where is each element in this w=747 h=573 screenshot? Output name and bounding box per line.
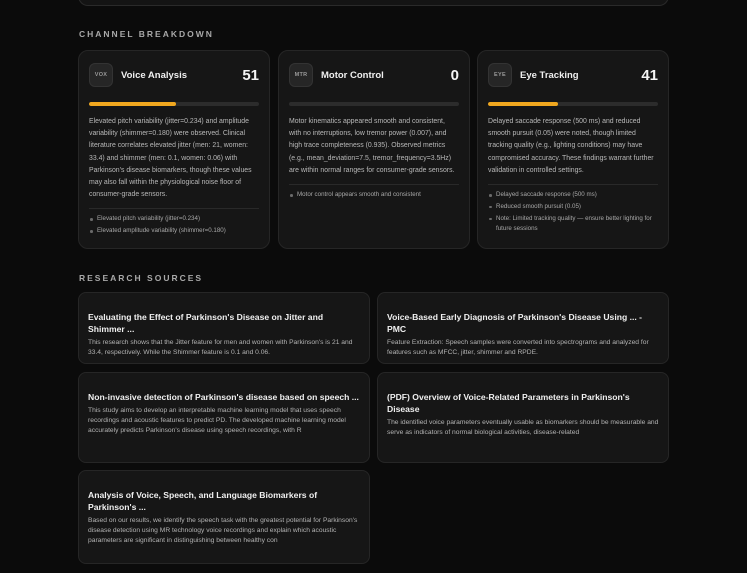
finding-item: Elevated pitch variability (jitter=0.234…: [89, 214, 259, 224]
channel-description: Motor kinematics appeared smooth and con…: [289, 118, 455, 174]
motor-badge-icon: MTR: [289, 63, 313, 87]
score-bar: [289, 102, 459, 106]
source-title[interactable]: Non-invasive detection of Parkinson's di…: [88, 391, 360, 403]
channel-score: 41: [641, 66, 658, 84]
divider: [289, 184, 459, 186]
source-snippet: The identified voice parameters eventual…: [387, 419, 659, 437]
channel-breakdown-heading: CHANNEL BREAKDOWN: [79, 29, 214, 39]
channel-card-motor: MTR Motor Control 0 Motor kinematics app…: [278, 50, 470, 249]
channel-card-eye: EYE Eye Tracking 41 Delayed saccade resp…: [477, 50, 669, 249]
source-snippet: Feature Extraction: Speech samples were …: [387, 339, 649, 357]
channel-score: 51: [242, 66, 259, 84]
score-bar: [89, 102, 259, 106]
source-card[interactable]: Analysis of Voice, Speech, and Language …: [78, 470, 370, 564]
source-snippet: This research shows that the Jitter feat…: [88, 339, 353, 357]
source-snippet: Based on our results, we identify the sp…: [88, 517, 358, 545]
channel-score: 0: [450, 66, 459, 84]
source-title[interactable]: Evaluating the Effect of Parkinson's Dis…: [88, 311, 360, 335]
channel-name: Motor Control: [321, 69, 384, 81]
source-card[interactable]: Evaluating the Effect of Parkinson's Dis…: [78, 292, 370, 364]
research-sources-heading: RESEARCH SOURCES: [79, 273, 204, 283]
divider: [488, 184, 658, 186]
finding-item: Elevated amplitude variability (shimmer=…: [89, 226, 259, 236]
source-card[interactable]: Non-invasive detection of Parkinson's di…: [78, 372, 370, 463]
finding-list: Motor control appears smooth and consist…: [289, 190, 459, 200]
divider: [89, 208, 259, 210]
finding-item: Delayed saccade response (500 ms): [488, 190, 658, 200]
score-bar-fill: [89, 102, 176, 106]
score-bar: [488, 102, 658, 106]
channel-name: Voice Analysis: [121, 69, 188, 81]
finding-item: Motor control appears smooth and consist…: [289, 190, 459, 200]
voice-badge-icon: VOX: [89, 63, 113, 87]
finding-list: Delayed saccade response (500 ms) Reduce…: [488, 190, 658, 235]
previous-card-edge: [78, 0, 669, 6]
source-card[interactable]: (PDF) Overview of Voice-Related Paramete…: [377, 372, 669, 463]
finding-item: Note: Limited tracking quality — ensure …: [488, 214, 658, 235]
eye-badge-icon: EYE: [488, 63, 512, 87]
source-title[interactable]: (PDF) Overview of Voice-Related Paramete…: [387, 391, 659, 415]
source-card[interactable]: Voice-Based Early Diagnosis of Parkinson…: [377, 292, 669, 364]
source-snippet: This study aims to develop an interpreta…: [88, 407, 346, 435]
channel-card-voice: VOX Voice Analysis 51 Elevated pitch var…: [78, 50, 270, 249]
channel-description: Elevated pitch variability (jitter=0.234…: [89, 118, 252, 199]
score-bar-fill: [488, 102, 558, 106]
channel-description: Delayed saccade response (500 ms) and re…: [488, 118, 654, 174]
source-title[interactable]: Analysis of Voice, Speech, and Language …: [88, 489, 360, 513]
finding-list: Elevated pitch variability (jitter=0.234…: [89, 214, 259, 236]
finding-item: Reduced smooth pursuit (0.05): [488, 202, 658, 212]
source-title[interactable]: Voice-Based Early Diagnosis of Parkinson…: [387, 311, 659, 335]
channel-name: Eye Tracking: [520, 69, 579, 81]
